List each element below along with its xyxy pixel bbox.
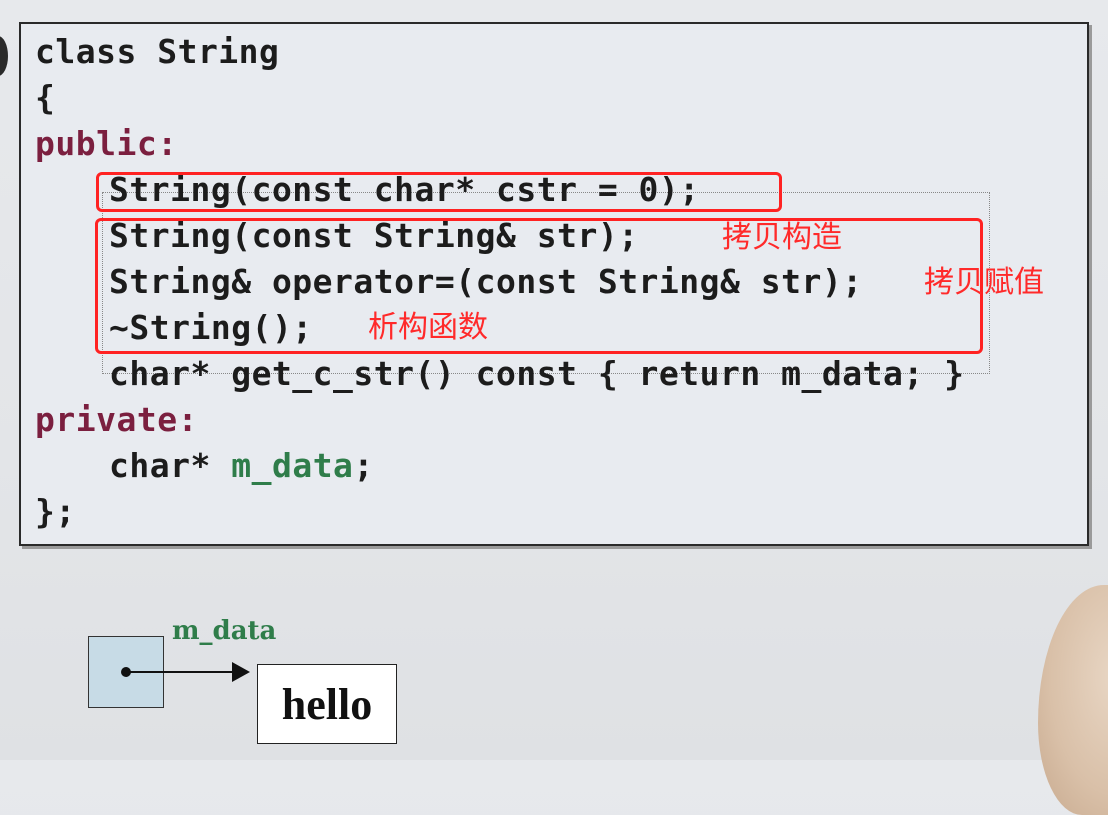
code-line-close-brace: }; bbox=[35, 492, 76, 531]
code-line-public: public: bbox=[35, 124, 178, 163]
pointer-arrow-head bbox=[232, 662, 250, 682]
member-name: m_data bbox=[231, 446, 354, 485]
annotation-copy-ctor: 拷贝构造 bbox=[722, 220, 842, 255]
code-line-open-brace: { bbox=[35, 78, 56, 117]
code-line-get-c-str: char* get_c_str() const { return m_data;… bbox=[109, 354, 965, 393]
slide-edge-marker bbox=[0, 36, 8, 76]
heap-string-box: hello bbox=[257, 664, 397, 744]
annotation-copy-assign: 拷贝赋值 bbox=[924, 265, 1044, 300]
pointer-label: m_data bbox=[172, 616, 277, 646]
member-type: char* bbox=[109, 446, 232, 485]
ctor-highlight-box bbox=[96, 172, 782, 212]
pointer-arrow-line bbox=[128, 671, 236, 673]
code-line-private: private: bbox=[35, 400, 198, 439]
annotation-destructor: 析构函数 bbox=[368, 310, 488, 345]
code-line-class-decl: class String bbox=[35, 32, 280, 71]
pointer-origin-dot bbox=[121, 667, 131, 677]
big-three-highlight-box bbox=[95, 218, 983, 354]
code-line-member-decl: char* m_data; bbox=[109, 444, 374, 488]
member-semicolon: ; bbox=[353, 446, 374, 485]
presenter-hand-photo bbox=[1038, 585, 1108, 815]
